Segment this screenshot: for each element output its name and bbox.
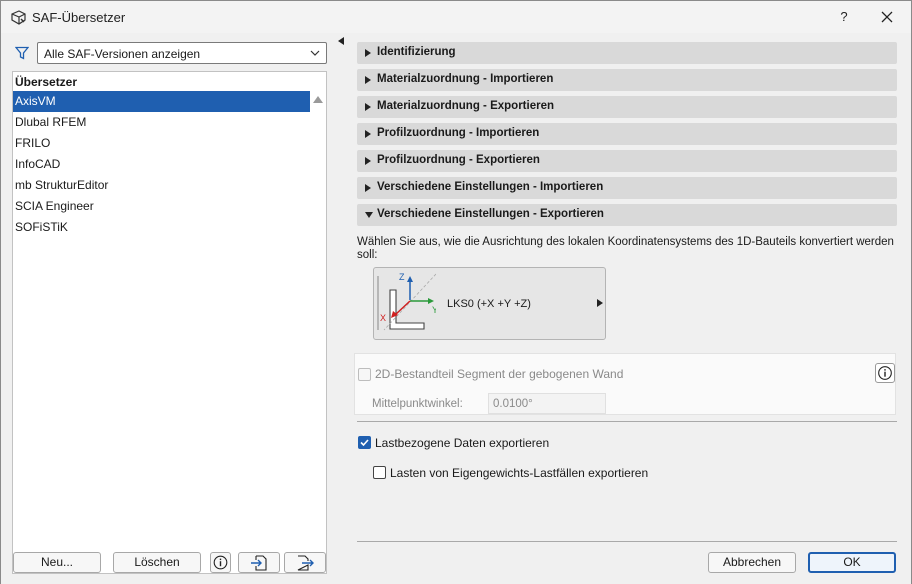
section-identification[interactable]: Identifizierung: [357, 42, 897, 64]
ok-button[interactable]: OK: [808, 552, 896, 573]
help-button[interactable]: ?: [828, 5, 860, 29]
list-header: Übersetzer: [15, 75, 78, 89]
saf-translator-dialog: SAF-Übersetzer ? Alle SAF-Versionen anze…: [0, 0, 912, 584]
divider: [357, 541, 897, 542]
segment-info-button[interactable]: [875, 363, 895, 383]
axis-z-label: Z: [399, 272, 405, 282]
section-label: Identifizierung: [377, 46, 456, 58]
orientation-description: Wählen Sie aus, wie die Ausrichtung des …: [357, 236, 894, 261]
import-file-icon: [251, 555, 267, 571]
section-misc-import[interactable]: Verschiedene Einstellungen - Importieren: [357, 177, 897, 199]
list-items: AxisVM Dlubal RFEM FRILO InfoCAD mb Stru…: [13, 91, 310, 238]
divider: [357, 421, 897, 422]
chevron-down-icon: [310, 50, 320, 56]
self-weight-checkbox[interactable]: [373, 466, 386, 479]
export-file-icon: [297, 555, 314, 571]
expand-arrow-icon: [365, 49, 371, 57]
list-item-mb-struktureditor[interactable]: mb StrukturEditor: [13, 175, 310, 196]
info-icon: [213, 555, 228, 570]
axis-x-label: X: [380, 313, 386, 323]
import-button[interactable]: [238, 552, 280, 573]
segment-label: 2D-Bestandteil Segment der gebogenen Wan…: [375, 367, 624, 381]
collapse-arrow-icon[interactable]: [338, 37, 344, 45]
list-item-sofistik[interactable]: SOFiSTiK: [13, 217, 310, 238]
translator-list[interactable]: Übersetzer AxisVM Dlubal RFEM FRILO Info…: [12, 71, 327, 574]
info-icon: [878, 366, 892, 380]
list-item-dlubal-rfem[interactable]: Dlubal RFEM: [13, 112, 310, 133]
expand-arrow-icon: [365, 184, 371, 192]
submenu-arrow-icon: [597, 299, 603, 307]
section-material-import[interactable]: Materialzuordnung - Importieren: [357, 69, 897, 91]
expand-arrow-icon: [365, 157, 371, 165]
load-data-checkbox[interactable]: [358, 436, 371, 449]
expand-arrow-icon: [365, 76, 371, 84]
scroll-up-icon[interactable]: [313, 95, 323, 103]
cancel-button[interactable]: Abbrechen: [708, 552, 796, 573]
lks-selector[interactable]: Z Y X LKS0 (+X +Y +Z): [373, 267, 606, 340]
load-data-label: Lastbezogene Daten exportieren: [375, 436, 550, 450]
new-button[interactable]: Neu...: [13, 552, 101, 573]
list-item-frilo[interactable]: FRILO: [13, 133, 310, 154]
section-label: Profilzuordnung - Importieren: [377, 127, 540, 139]
version-filter-value: Alle SAF-Versionen anzeigen: [44, 47, 201, 61]
lks-label: LKS0 (+X +Y +Z): [447, 298, 531, 310]
app-icon: [11, 10, 26, 25]
angle-label: Mittelpunktwinkel:: [372, 398, 463, 410]
translator-panel: Alle SAF-Versionen anzeigen Übersetzer A…: [1, 33, 337, 584]
list-item-axisvm[interactable]: AxisVM: [13, 91, 310, 112]
checkmark-icon: [360, 439, 369, 447]
section-misc-export[interactable]: Verschiedene Einstellungen - Exportieren: [357, 204, 897, 226]
curved-wall-panel: 2D-Bestandteil Segment der gebogenen Wan…: [354, 353, 896, 415]
segment-checkbox[interactable]: [358, 368, 371, 381]
section-label: Materialzuordnung - Importieren: [377, 73, 554, 85]
axis-y-label: Y: [432, 305, 436, 315]
list-item-infocad[interactable]: InfoCAD: [13, 154, 310, 175]
section-label: Verschiedene Einstellungen - Importieren: [377, 181, 604, 193]
expand-arrow-icon: [365, 103, 371, 111]
filter-icon: [15, 46, 29, 60]
window-title: SAF-Übersetzer: [32, 10, 126, 25]
info-button[interactable]: [210, 552, 231, 573]
panel-splitter[interactable]: [337, 33, 345, 584]
section-material-export[interactable]: Materialzuordnung - Exportieren: [357, 96, 897, 118]
angle-input[interactable]: 0.0100°: [488, 393, 606, 414]
collapse-arrow-icon: [365, 212, 373, 218]
expand-arrow-icon: [365, 130, 371, 138]
delete-button[interactable]: Löschen: [113, 552, 201, 573]
section-label: Materialzuordnung - Exportieren: [377, 100, 554, 112]
angle-value: 0.0100°: [493, 398, 533, 410]
title-bar: SAF-Übersetzer ?: [1, 1, 911, 33]
version-filter-select[interactable]: Alle SAF-Versionen anzeigen: [37, 42, 327, 64]
section-profile-export[interactable]: Profilzuordnung - Exportieren: [357, 150, 897, 172]
coordinate-system-icon: Z Y X: [377, 272, 436, 331]
list-item-scia-engineer[interactable]: SCIA Engineer: [13, 196, 310, 217]
settings-panel: Identifizierung Materialzuordnung - Impo…: [345, 33, 911, 584]
section-label: Verschiedene Einstellungen - Exportieren: [377, 208, 604, 220]
self-weight-label: Lasten von Eigengewichts-Lastfällen expo…: [390, 466, 649, 480]
export-button[interactable]: [284, 552, 326, 573]
section-profile-import[interactable]: Profilzuordnung - Importieren: [357, 123, 897, 145]
section-label: Profilzuordnung - Exportieren: [377, 154, 540, 166]
close-icon[interactable]: [871, 5, 903, 29]
